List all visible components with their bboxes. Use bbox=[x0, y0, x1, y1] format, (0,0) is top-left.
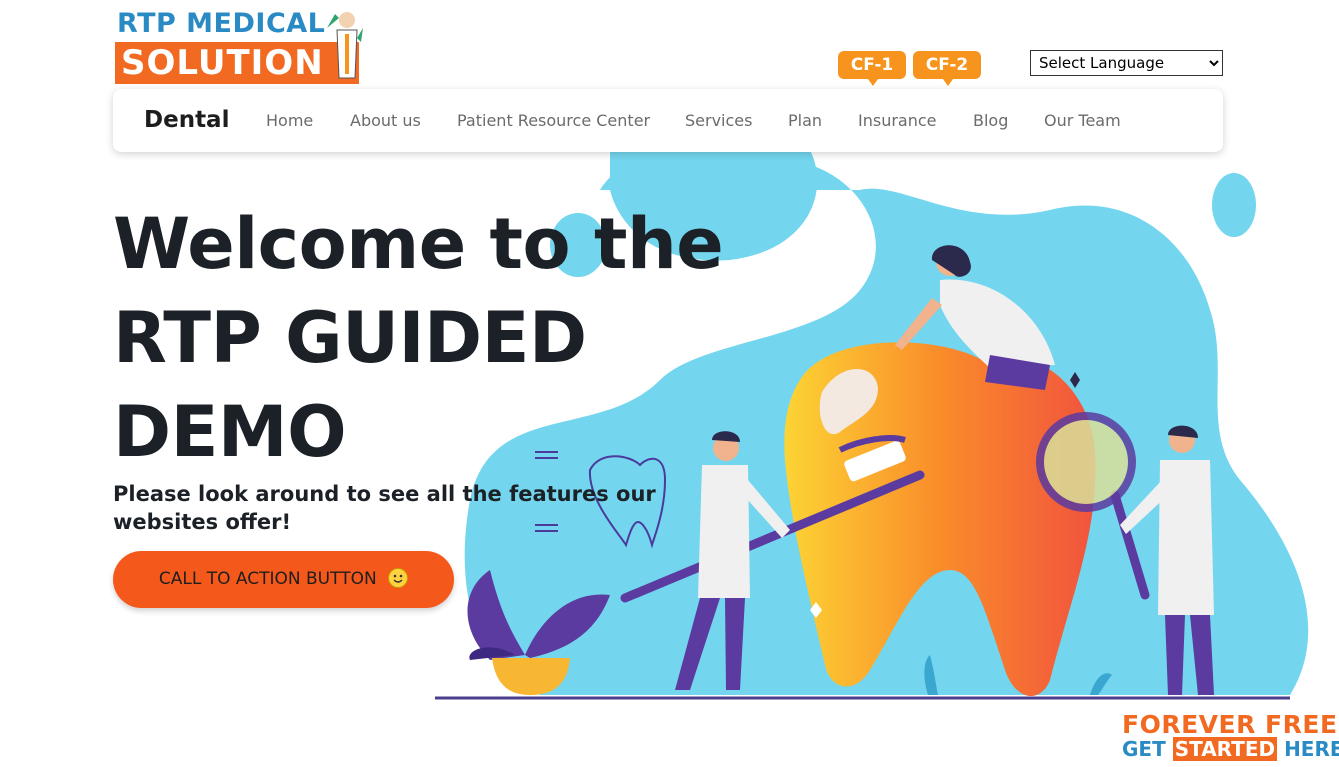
nav-item-home[interactable]: Home bbox=[266, 89, 313, 152]
hero-title: Welcome to the RTP GUIDED DEMO bbox=[113, 197, 724, 479]
hero-title-line-3: DEMO bbox=[113, 391, 347, 473]
nav-brand[interactable]: Dental bbox=[144, 89, 229, 152]
tooth-mascot-icon bbox=[327, 12, 363, 79]
nav-item-patient-resource-center[interactable]: Patient Resource Center bbox=[457, 89, 650, 152]
language-select[interactable]: Select Language bbox=[1030, 50, 1223, 76]
promo-line-2: GET STARTED HERE bbox=[1122, 737, 1339, 761]
cf-1-badge[interactable]: CF-1 bbox=[838, 51, 906, 86]
nav-item-services[interactable]: Services bbox=[685, 89, 752, 152]
main-navbar: Dental Home About us Patient Resource Ce… bbox=[113, 89, 1223, 152]
hero-title-line-2: RTP GUIDED bbox=[113, 297, 587, 379]
nav-item-blog[interactable]: Blog bbox=[973, 89, 1008, 152]
promo-line-1: FOREVER FREE bbox=[1122, 710, 1338, 739]
promo-started: STARTED bbox=[1172, 737, 1278, 761]
forever-free-promo[interactable]: FOREVER FREE GET STARTED HERE bbox=[1122, 710, 1339, 762]
nav-item-our-team[interactable]: Our Team bbox=[1044, 89, 1121, 152]
hero-subtitle: Please look around to see all the featur… bbox=[113, 482, 656, 534]
nav-item-insurance[interactable]: Insurance bbox=[858, 89, 937, 152]
nav-item-plan[interactable]: Plan bbox=[788, 89, 822, 152]
promo-get: GET bbox=[1122, 737, 1166, 761]
promo-here: HERE bbox=[1284, 737, 1339, 761]
logo-text-top: RTP MEDICAL bbox=[117, 8, 326, 39]
cf-2-badge[interactable]: CF-2 bbox=[913, 51, 981, 86]
cta-label: CALL TO ACTION BUTTON bbox=[158, 569, 377, 589]
small-blob bbox=[1212, 173, 1256, 237]
hero-title-line-1: Welcome to the bbox=[113, 203, 724, 285]
smiley-icon bbox=[388, 568, 409, 588]
call-to-action-button[interactable]: CALL TO ACTION BUTTON bbox=[113, 551, 454, 608]
site-logo[interactable]: RTP MEDICAL SOLUTION bbox=[115, 8, 363, 86]
nav-item-about-us[interactable]: About us bbox=[350, 89, 421, 152]
